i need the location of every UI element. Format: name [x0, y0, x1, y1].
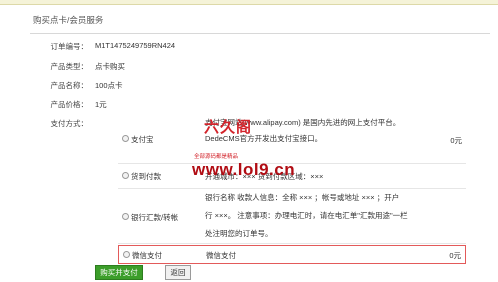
bank-transfer-radio[interactable]	[122, 213, 129, 220]
payment-desc-line1: 开通城市：××× 货到付款区域：×××	[205, 172, 324, 181]
product-price-label: 产品价格：	[50, 100, 89, 109]
payment-desc-line1: 微信支付	[206, 251, 236, 260]
product-price-value: 1元	[95, 100, 107, 109]
payment-desc-line2: DedeCMS官方开发出支付宝接口。	[205, 134, 323, 143]
order-number-value: M1T1475249759RN424	[95, 41, 176, 50]
payment-option-wechat[interactable]: 微信支付 微信支付 0元	[118, 245, 466, 264]
product-type-value: 点卡购买	[95, 62, 125, 71]
product-type-label: 产品类型：	[50, 62, 89, 71]
payment-price: 0元	[450, 136, 462, 145]
product-name-value: 100点卡	[95, 81, 123, 90]
payment-name: 货到付款	[131, 172, 161, 181]
payment-name: 银行汇款/转帐	[131, 213, 179, 222]
payment-desc-line1: 支付宝网站(www.alipay.com) 是国内先进的网上支付平台。	[205, 118, 401, 127]
payment-desc-line3: 处注明您的订单号。	[205, 229, 273, 238]
payment-option-alipay[interactable]: 支付宝 支付宝网站(www.alipay.com) 是国内先进的网上支付平台。 …	[118, 110, 466, 164]
payment-price: 0元	[449, 251, 461, 260]
top-notice-strip	[0, 0, 498, 5]
payment-method-label: 支付方式：	[50, 119, 89, 128]
payment-option-cod[interactable]: 货到付款 开通城市：××× 货到付款区域：×××	[118, 164, 466, 189]
product-name-label: 产品名称：	[50, 81, 89, 90]
wechat-radio[interactable]	[123, 251, 130, 258]
buy-and-pay-button[interactable]: 购买并支付	[95, 265, 143, 280]
payment-name: 微信支付	[132, 251, 162, 260]
cod-radio[interactable]	[122, 172, 129, 179]
payment-desc-line1: 银行名称 收款人信息：全称 ××× ；帐号或地址 ××× ；开户	[205, 193, 400, 202]
payment-desc-line2: 行 ×××。 注意事项：办理电汇时，请在电汇单"汇款用途"一栏	[205, 211, 408, 220]
back-button[interactable]: 返回	[165, 265, 191, 280]
section-header: 购买点卡/会员服务	[30, 13, 490, 34]
payment-option-bank-transfer[interactable]: 银行汇款/转帐 银行名称 收款人信息：全称 ××× ；帐号或地址 ××× ；开户…	[118, 189, 466, 244]
alipay-radio[interactable]	[122, 135, 129, 142]
payment-name: 支付宝	[131, 135, 154, 144]
page-title: 购买点卡/会员服务	[33, 15, 104, 25]
order-number-label: 订单编号：	[50, 42, 89, 51]
